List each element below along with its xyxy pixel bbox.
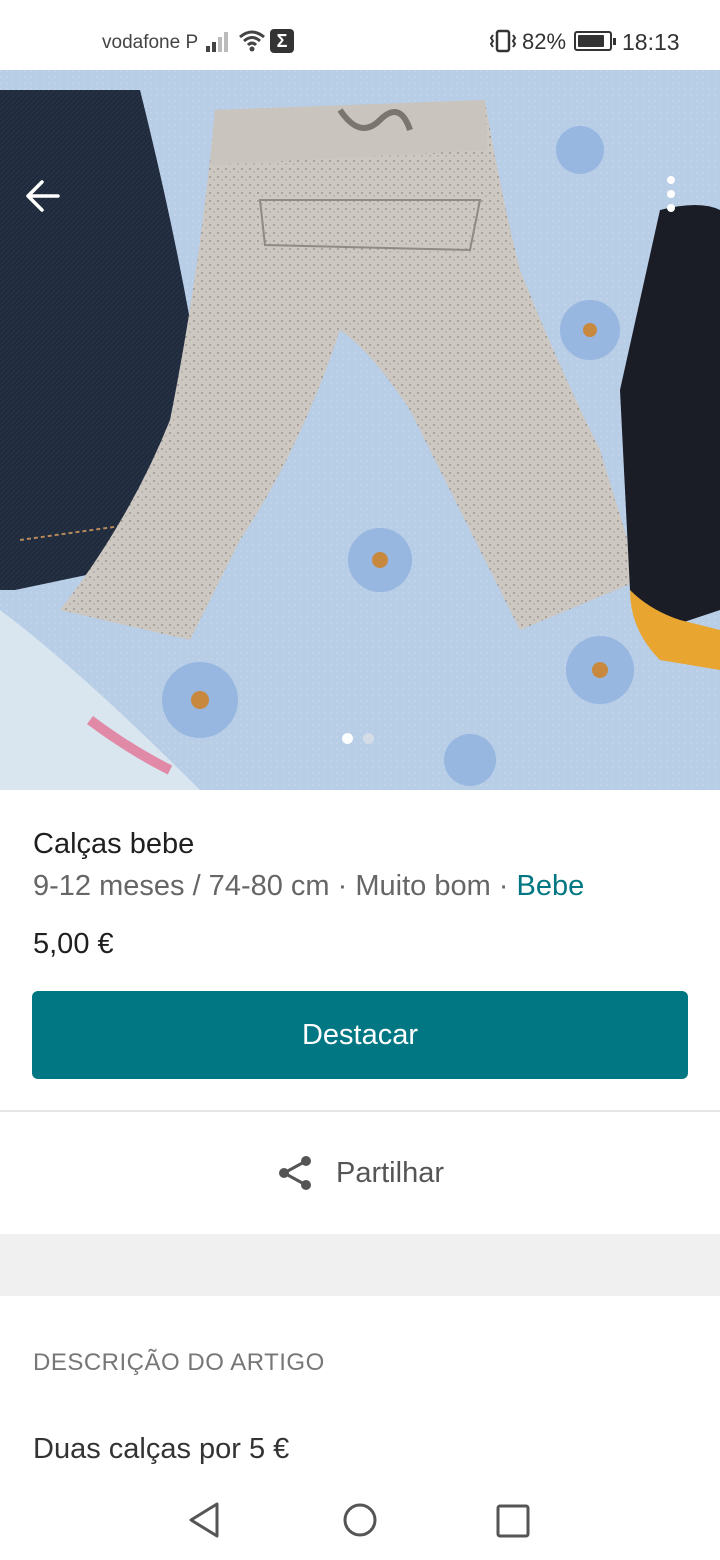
back-arrow-icon	[26, 180, 60, 212]
description-text: Duas calças por 5 €	[33, 1433, 290, 1465]
item-category-link[interactable]: Bebe	[517, 870, 585, 902]
nav-back-button[interactable]	[187, 1501, 223, 1544]
signal-icon	[206, 30, 232, 52]
item-condition: Muito bom	[355, 870, 491, 902]
nav-back-icon	[189, 1502, 219, 1538]
more-options-button[interactable]	[656, 170, 686, 220]
share-icon	[279, 1156, 311, 1190]
nav-home-button[interactable]	[342, 1502, 378, 1543]
attr-separator: ·	[329, 870, 356, 902]
gallery-pagination	[342, 733, 374, 744]
description-header: DESCRIÇÃO DO ARTIGO	[33, 1349, 325, 1376]
clock: 18:13	[622, 29, 680, 55]
nav-recent-button[interactable]	[496, 1504, 530, 1543]
status-bar: vodafone P Σ 82% 18:13	[0, 0, 720, 70]
item-title: Calças bebe	[33, 828, 195, 860]
battery-icon	[574, 31, 616, 51]
share-button[interactable]: Partilhar	[0, 1130, 720, 1216]
nav-home-icon	[343, 1503, 377, 1537]
system-navigation-bar	[0, 1480, 720, 1560]
more-vert-icon	[667, 176, 675, 212]
item-attributes: 9-12 meses / 74-80 cm · Muito bom · Bebe	[33, 870, 584, 903]
promote-button[interactable]: Destacar	[32, 991, 688, 1079]
carrier-name: vodafone P	[102, 32, 199, 53]
item-photo	[0, 70, 720, 790]
attr-separator: ·	[490, 870, 517, 902]
wifi-icon	[238, 28, 266, 57]
back-button[interactable]	[22, 176, 66, 216]
item-price: 5,00 €	[33, 928, 114, 960]
sigma-icon: Σ	[270, 29, 294, 53]
share-label: Partilhar	[336, 1156, 444, 1189]
pagination-dot-active[interactable]	[342, 733, 353, 744]
item-size: 9-12 meses / 74-80 cm	[33, 870, 330, 902]
divider	[0, 1110, 720, 1112]
item-photo-gallery[interactable]	[0, 70, 720, 790]
pagination-dot[interactable]	[363, 733, 374, 744]
nav-recent-icon	[496, 1504, 530, 1538]
vibrate-icon	[488, 29, 518, 58]
battery-percentage: 82%	[522, 29, 567, 54]
section-separator	[0, 1234, 720, 1296]
